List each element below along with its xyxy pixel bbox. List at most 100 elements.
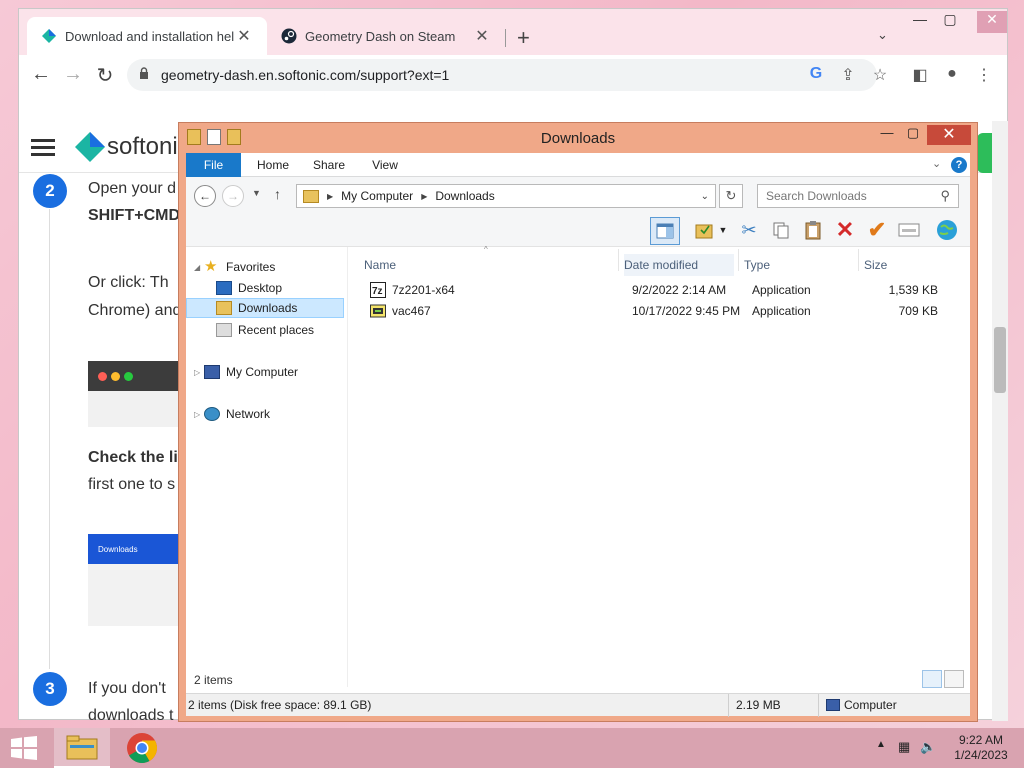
- expanded-arrow-icon[interactable]: ◢: [194, 263, 204, 272]
- command-toolbar: ▼ ✂ ✕ ✔: [186, 213, 970, 247]
- steam-favicon-icon: [281, 28, 297, 44]
- explorer-search-input[interactable]: Search Downloads ⚲: [757, 184, 959, 208]
- tab-search-button[interactable]: ⌄: [877, 27, 888, 43]
- recent-locations-icon[interactable]: ▼: [252, 188, 261, 198]
- breadcrumb-chevron-icon: ▶: [421, 191, 428, 201]
- status-separator: [728, 694, 729, 717]
- file-name: vac467: [392, 304, 431, 318]
- nav-desktop[interactable]: Desktop: [186, 278, 344, 298]
- file-size: 1,539 KB: [888, 283, 938, 297]
- properties-icon[interactable]: [896, 217, 922, 243]
- explorer-body: File Home Share View ⌄ ? ← → ▼ ↑ ▶ My Co…: [186, 153, 970, 717]
- softonic-logo-icon[interactable]: [74, 131, 106, 163]
- details-view-icon[interactable]: [922, 670, 942, 688]
- network-tray-icon[interactable]: ▦: [898, 739, 910, 755]
- ribbon-tab-home[interactable]: Home: [248, 153, 298, 177]
- file-row[interactable]: 7z 7z2201-x64 9/2/2022 2:14 AM Applicati…: [356, 280, 956, 301]
- status-location: Computer: [844, 698, 897, 712]
- tab-strip: Download and installation help ✕ Geometr…: [19, 9, 1007, 55]
- paste-icon[interactable]: [800, 217, 826, 243]
- step-number: 2: [33, 174, 67, 208]
- bookmark-star-icon[interactable]: ☆: [869, 65, 891, 85]
- chrome-menu-icon[interactable]: ⋮: [973, 65, 995, 85]
- explorer-maximize-button[interactable]: ▢: [899, 125, 927, 145]
- new-tab-button[interactable]: +: [517, 25, 530, 51]
- toolbar: ← → ↻ geometry-dash.en.softonic.com/supp…: [19, 55, 1007, 95]
- google-lens-icon[interactable]: G: [805, 65, 827, 83]
- ribbon-tab-share[interactable]: Share: [304, 153, 354, 177]
- view-dropdown-icon[interactable]: ▼: [716, 217, 730, 243]
- ribbon-tab-view[interactable]: View: [360, 153, 410, 177]
- explorer-window: Downloads — ▢ ✕ File Home Share View ⌄ ?…: [178, 122, 978, 722]
- preview-pane-icon[interactable]: [650, 217, 680, 245]
- download-cta-button[interactable]: [977, 133, 993, 173]
- forward-button[interactable]: →: [59, 63, 87, 86]
- rename-check-icon[interactable]: ✔: [864, 217, 890, 243]
- windows-start-icon[interactable]: [8, 736, 40, 760]
- installer-icon: [370, 304, 386, 318]
- url-text: geometry-dash.en.softonic.com/support?ex…: [161, 67, 450, 83]
- downloads-folder-icon: [216, 301, 232, 315]
- taskbar-chrome[interactable]: [114, 728, 170, 768]
- nav-recent-places[interactable]: Recent places: [186, 320, 344, 340]
- column-header-name[interactable]: Name: [364, 254, 614, 276]
- profile-avatar-icon[interactable]: ●: [941, 65, 963, 83]
- browser-close-button[interactable]: ✕: [977, 11, 1007, 33]
- globe-icon[interactable]: [934, 217, 960, 243]
- reload-button[interactable]: ↻: [91, 63, 119, 88]
- tab-label: Download and installation help: [65, 28, 235, 44]
- tab-close-icon[interactable]: ✕: [473, 26, 491, 46]
- page-scrollbar[interactable]: [992, 121, 1008, 721]
- cut-icon[interactable]: ✂: [736, 217, 762, 243]
- tab-download-help[interactable]: Download and installation help ✕: [27, 17, 267, 55]
- copy-icon[interactable]: [768, 217, 794, 243]
- explorer-address-bar[interactable]: ▶ My Computer ▶ Downloads ⌄: [296, 184, 716, 208]
- change-view-icon[interactable]: [692, 217, 718, 243]
- breadcrumb-my-computer[interactable]: My Computer: [341, 189, 413, 203]
- tray-overflow-icon[interactable]: ▲: [876, 739, 886, 750]
- collapsed-arrow-icon[interactable]: ▷: [194, 368, 204, 377]
- delete-icon[interactable]: ✕: [832, 217, 858, 243]
- nav-label: Favorites: [226, 260, 276, 274]
- ribbon-tab-file[interactable]: File: [186, 153, 241, 177]
- column-header-date-modified[interactable]: Date modified: [624, 254, 734, 276]
- column-header-type[interactable]: Type: [744, 254, 854, 276]
- refresh-button[interactable]: ↻: [719, 184, 743, 208]
- taskbar-file-explorer[interactable]: [54, 728, 110, 768]
- help-icon[interactable]: ?: [951, 157, 967, 173]
- breadcrumb-downloads[interactable]: Downloads: [435, 189, 494, 203]
- up-button[interactable]: ↑: [274, 186, 281, 202]
- column-header-size[interactable]: Size: [864, 254, 944, 276]
- nav-network[interactable]: ▷ Network: [186, 404, 344, 424]
- back-button[interactable]: ←: [27, 63, 55, 86]
- file-row[interactable]: vac467 10/17/2022 9:45 PM Application 70…: [356, 301, 956, 322]
- nav-label: Desktop: [238, 281, 283, 295]
- nav-downloads[interactable]: Downloads: [186, 298, 344, 318]
- taskbar-clock[interactable]: 9:22 AM 1/24/2023: [944, 733, 1018, 763]
- hamburger-menu-icon[interactable]: [31, 139, 55, 156]
- tab-close-icon[interactable]: ✕: [235, 26, 253, 46]
- address-bar[interactable]: geometry-dash.en.softonic.com/support?ex…: [127, 59, 877, 91]
- nav-my-computer[interactable]: ▷ My Computer: [186, 362, 344, 382]
- browser-maximize-button[interactable]: ▢: [935, 11, 965, 28]
- explorer-close-button[interactable]: ✕: [927, 125, 971, 145]
- explorer-forward-button[interactable]: →: [222, 185, 244, 207]
- softonic-favicon-icon: [42, 29, 56, 43]
- large-icons-view-icon[interactable]: [944, 670, 964, 688]
- browser-minimize-button[interactable]: —: [905, 11, 935, 27]
- nav-favorites[interactable]: ◢ ★ Favorites: [186, 257, 344, 277]
- explorer-back-button[interactable]: ←: [194, 185, 216, 207]
- address-dropdown-icon[interactable]: ⌄: [701, 191, 709, 202]
- expand-ribbon-icon[interactable]: ⌄: [932, 157, 941, 170]
- volume-icon[interactable]: 🔈: [920, 739, 936, 755]
- side-panel-icon[interactable]: ◧: [909, 65, 931, 85]
- tab-geometry-dash-steam[interactable]: Geometry Dash on Steam ✕: [267, 17, 505, 55]
- collapsed-arrow-icon[interactable]: ▷: [194, 410, 204, 419]
- column-separator: [618, 249, 619, 271]
- explorer-minimize-button[interactable]: —: [873, 125, 901, 145]
- share-icon[interactable]: ⇪: [837, 65, 859, 85]
- explorer-titlebar[interactable]: Downloads — ▢ ✕: [179, 123, 977, 153]
- desktop-icon: [216, 281, 232, 295]
- step-text: Check the li: [88, 449, 178, 466]
- page-scrollbar-thumb[interactable]: [994, 327, 1006, 393]
